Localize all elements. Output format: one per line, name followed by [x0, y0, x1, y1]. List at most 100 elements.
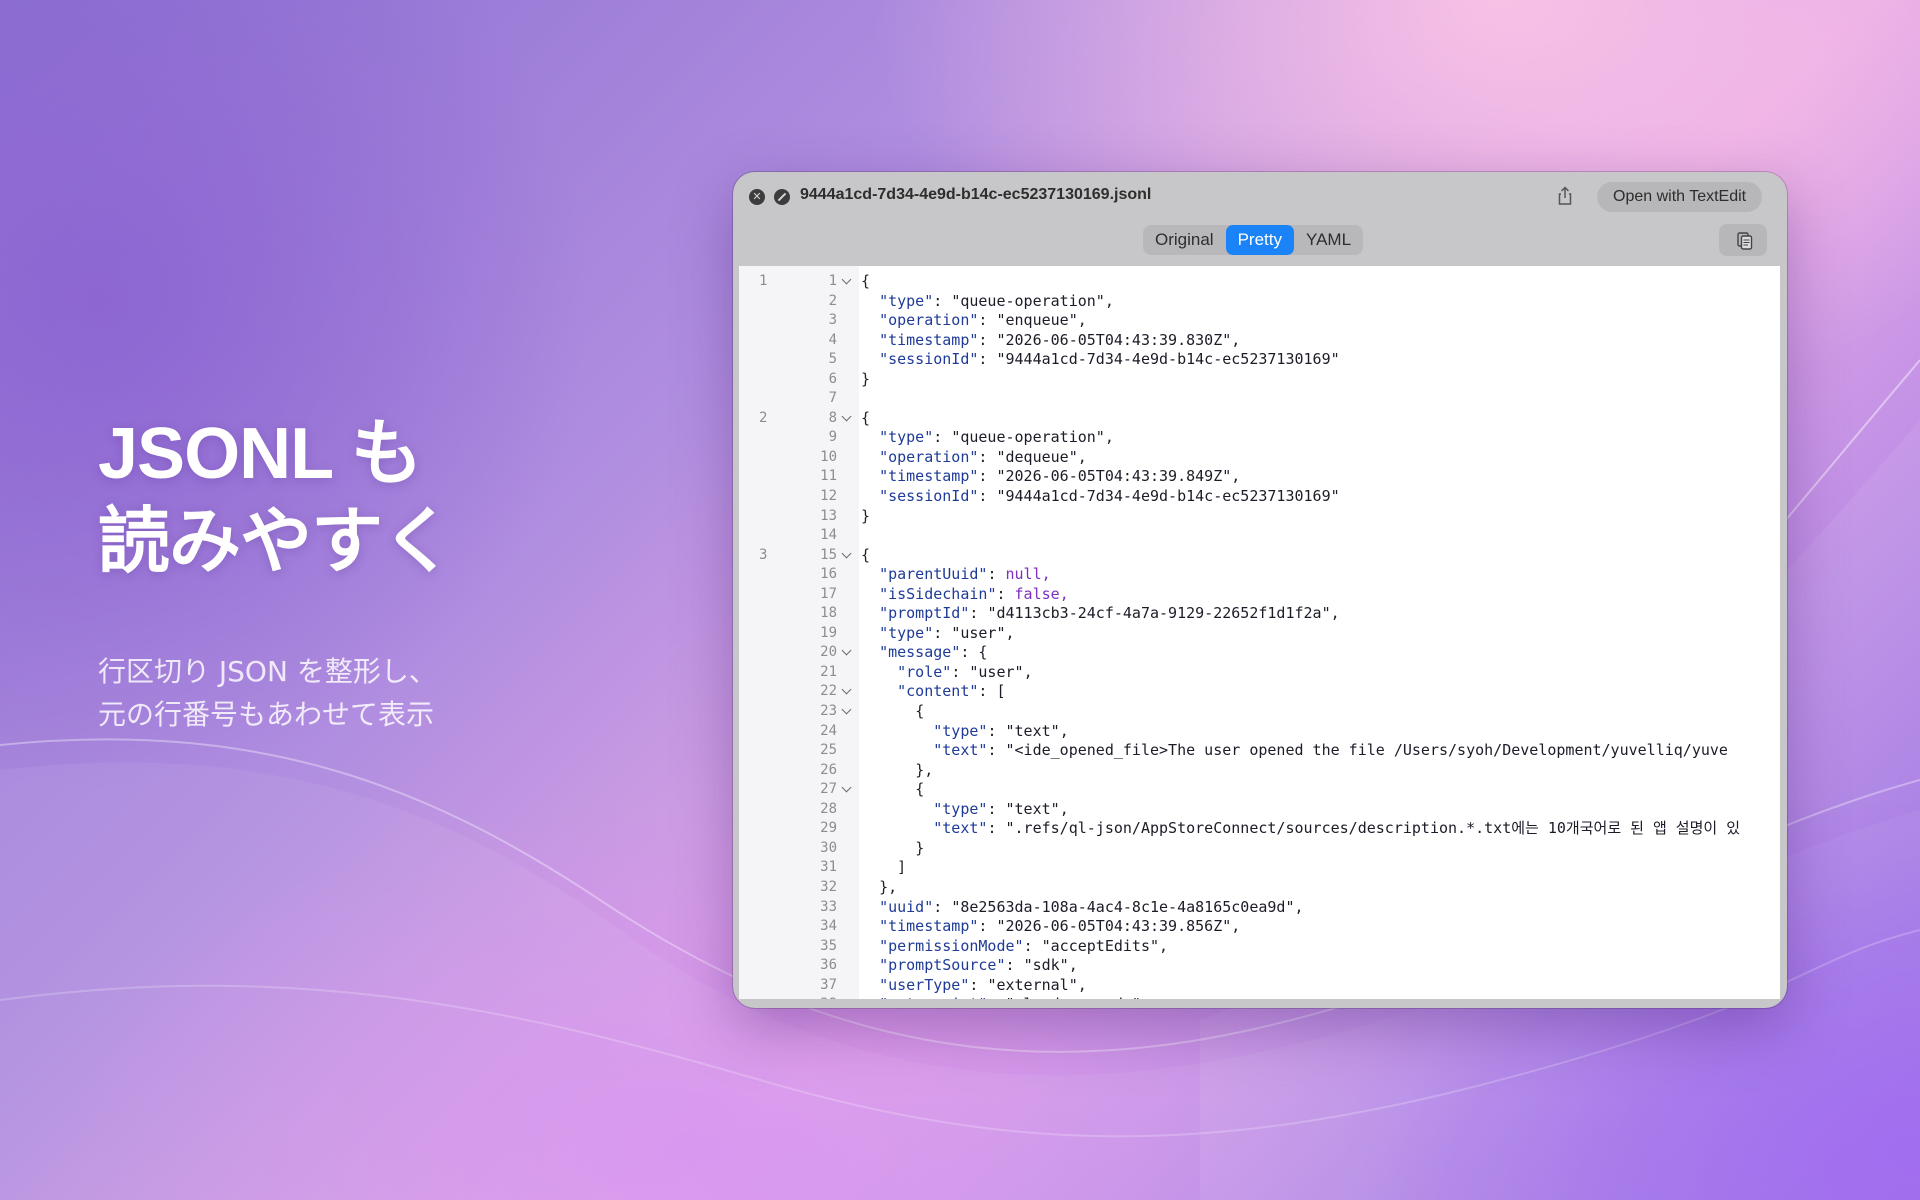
- copy-button[interactable]: [1719, 224, 1767, 256]
- block-icon[interactable]: [774, 189, 790, 205]
- json-key: type: [942, 721, 979, 740]
- code-text: {: [861, 272, 870, 292]
- code-line: 3 15 {: [739, 546, 1780, 566]
- json-key: message: [888, 643, 952, 662]
- share-icon[interactable]: [1553, 184, 1577, 208]
- json-value: {: [978, 643, 988, 662]
- json-value: false: [1014, 584, 1060, 603]
- json-value: "text": [1005, 721, 1060, 740]
- json-key: uuid: [888, 897, 925, 916]
- fold-chevron-icon[interactable]: [839, 780, 855, 799]
- code-text: {: [861, 780, 924, 800]
- code-text: "type": "text",: [933, 721, 1069, 740]
- json-punctuation: {: [861, 408, 871, 427]
- code-line: 27 {: [739, 780, 1780, 800]
- line-number: 18: [820, 605, 837, 622]
- json-value: "acceptEdits": [1041, 936, 1160, 955]
- line-number: 24: [820, 722, 837, 739]
- fold-chevron-icon[interactable]: [839, 272, 855, 291]
- code-line: 21 "role": "user",: [739, 663, 1780, 683]
- code-line: 1 1 {: [739, 272, 1780, 292]
- code-viewer[interactable]: 1 1{2 "type": "queue-operation", 3 "operat…: [739, 266, 1780, 999]
- code-line: 29 "text": ".refs/ql-json/AppStoreConnec…: [739, 819, 1780, 839]
- json-key: type: [888, 623, 925, 642]
- fold-chevron-icon[interactable]: [839, 682, 855, 701]
- line-number: 17: [820, 585, 837, 602]
- line-number: 25: [820, 742, 837, 759]
- json-value: "claude-vscode": [1006, 995, 1141, 999]
- code-lines: 1 1{2 "type": "queue-operation", 3 "operat…: [739, 272, 1780, 999]
- code-line: 10 "operation": "dequeue",: [739, 448, 1780, 468]
- code-line: 37 "userType": "external",: [739, 976, 1780, 996]
- line-number: 2: [828, 292, 837, 309]
- line-number: 19: [820, 624, 837, 641]
- code-line: 13}: [739, 507, 1780, 527]
- json-key: timestamp: [888, 330, 970, 349]
- line-number: 20: [820, 644, 837, 661]
- code-text: ]: [861, 858, 906, 878]
- json-value: "user": [969, 662, 1024, 681]
- code-line: 6}: [739, 370, 1780, 390]
- code-text: "promptSource": "sdk",: [879, 956, 1078, 975]
- code-line: 38 "entrypoint": "claude-vscode",: [739, 995, 1780, 999]
- window-filename: 9444a1cd-7d34-4e9d-b14c-ec5237130169.jso…: [800, 186, 1152, 203]
- line-number: 30: [820, 839, 837, 856]
- code-line: 22 "content": [: [739, 682, 1780, 702]
- json-key: content: [906, 682, 970, 701]
- fold-chevron-icon[interactable]: [839, 702, 855, 721]
- code-line: 20 "message": {: [739, 643, 1780, 663]
- json-punctuation: {: [861, 545, 871, 564]
- json-key: sessionId: [888, 487, 970, 506]
- line-number: 10: [820, 448, 837, 465]
- json-value: "sdk": [1023, 956, 1069, 975]
- json-value: "external": [987, 975, 1078, 994]
- line-number: 8: [828, 409, 837, 426]
- code-line: 12 "sessionId": "9444a1cd-7d34-4e9d-b14c…: [739, 487, 1780, 507]
- code-line: 28 "type": "text",: [739, 800, 1780, 820]
- fold-chevron-icon[interactable]: [839, 546, 855, 565]
- tab-yaml[interactable]: YAML: [1294, 225, 1363, 255]
- json-punctuation: }: [915, 838, 925, 857]
- fold-chevron-icon[interactable]: [839, 409, 855, 428]
- json-value: "queue-operation": [951, 291, 1105, 310]
- json-value: "2026-06-05T04:43:39.830Z": [996, 330, 1232, 349]
- code-line: 23 {: [739, 702, 1780, 722]
- code-line: 33 "uuid": "8e2563da-108a-4ac4-8c1e-4a81…: [739, 898, 1780, 918]
- close-icon[interactable]: ✕: [749, 189, 765, 205]
- code-line: 4 "timestamp": "2026-06-05T04:43:39.830Z…: [739, 331, 1780, 351]
- json-key: isSidechain: [888, 584, 988, 603]
- code-line: 11 "timestamp": "2026-06-05T04:43:39.849…: [739, 467, 1780, 487]
- json-value: "2026-06-05T04:43:39.849Z": [996, 467, 1232, 486]
- code-text: "text": "<ide_opened_file>The user opene…: [933, 741, 1728, 760]
- code-line: 32 },: [739, 878, 1780, 898]
- code-line: 5 "sessionId": "9444a1cd-7d34-4e9d-b14c-…: [739, 350, 1780, 370]
- json-key: operation: [888, 311, 970, 330]
- line-number: 22: [820, 683, 837, 700]
- json-punctuation: {: [915, 702, 925, 721]
- code-text: "type": "user",: [879, 623, 1015, 642]
- code-text: {: [861, 702, 924, 722]
- code-text: }: [861, 370, 870, 390]
- record-number: 1: [759, 273, 768, 289]
- fold-chevron-icon[interactable]: [839, 643, 855, 662]
- code-text: "userType": "external",: [879, 975, 1087, 994]
- code-text: "operation": "dequeue",: [879, 447, 1087, 466]
- open-with-textedit-button[interactable]: Open with TextEdit: [1597, 182, 1763, 212]
- json-value: "8e2563da-108a-4ac4-8c1e-4a8165c0ea9d": [951, 897, 1295, 916]
- json-key: timestamp: [888, 467, 970, 486]
- code-line: 2 "type": "queue-operation",: [739, 292, 1780, 312]
- code-text: "type": "text",: [933, 799, 1069, 818]
- code-line: 24 "type": "text",: [739, 722, 1780, 742]
- tab-original[interactable]: Original: [1143, 225, 1226, 255]
- line-number: 29: [820, 820, 837, 837]
- json-punctuation: {: [915, 780, 925, 799]
- line-number: 28: [820, 800, 837, 817]
- line-number: 23: [820, 703, 837, 720]
- line-number: 35: [820, 937, 837, 954]
- quicklook-window: ✕ 9444a1cd-7d34-4e9d-b14c-ec5237130169.j…: [733, 172, 1787, 1008]
- tab-pretty[interactable]: Pretty: [1225, 225, 1294, 255]
- view-mode-segmented-control: Original Pretty YAML: [1143, 225, 1364, 255]
- line-number: 13: [820, 507, 837, 524]
- code-line: 17 "isSidechain": false,: [739, 585, 1780, 605]
- json-value: "9444a1cd-7d34-4e9d-b14c-ec5237130169": [996, 350, 1340, 369]
